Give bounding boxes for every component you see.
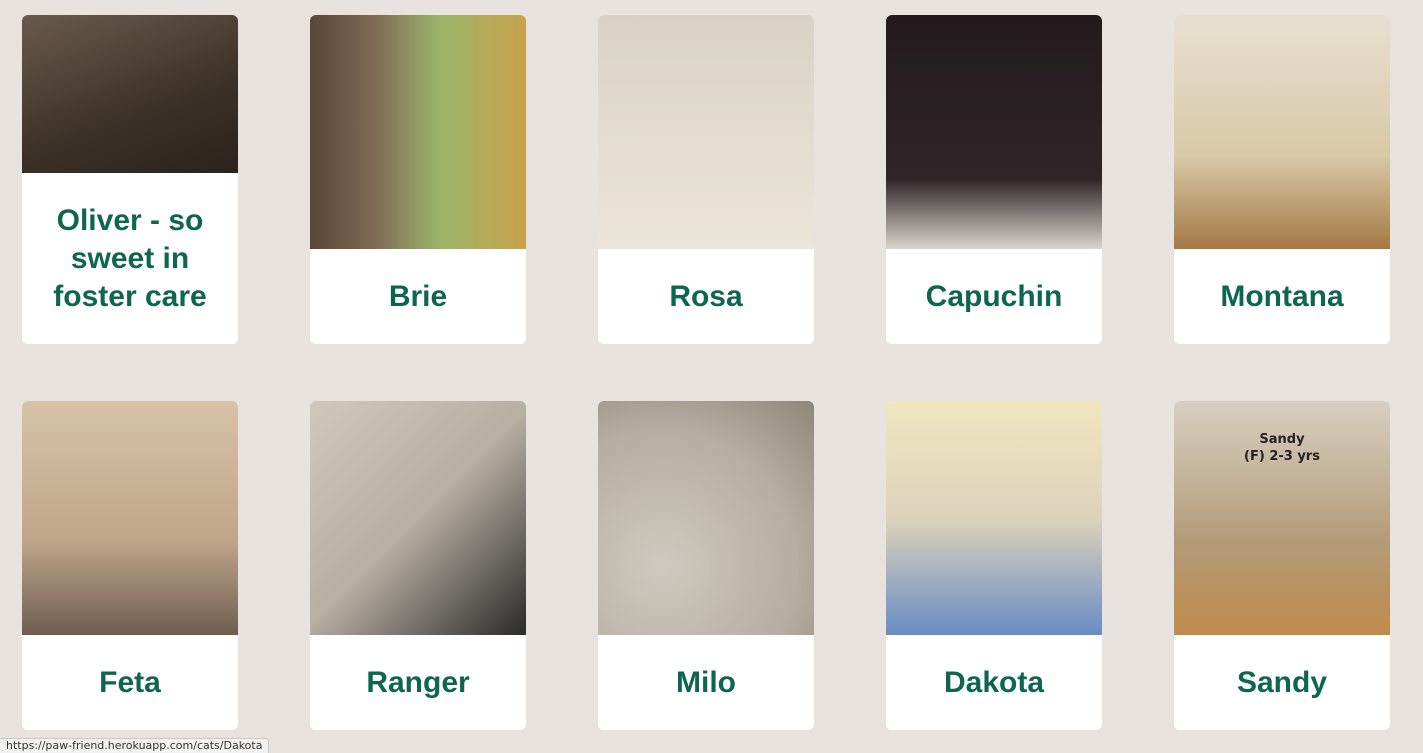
cat-card-milo[interactable]: Milo <box>598 401 814 730</box>
cat-name-box: Milo <box>598 635 814 730</box>
cat-photo[interactable] <box>598 401 814 635</box>
cat-photo[interactable] <box>22 401 238 635</box>
cat-name-box: Montana <box>1174 249 1390 344</box>
cat-photo[interactable] <box>310 15 526 249</box>
cat-photo[interactable] <box>598 15 814 249</box>
cat-card-rosa[interactable]: Rosa <box>598 15 814 344</box>
cat-name[interactable]: Feta <box>81 664 179 702</box>
cat-name[interactable]: Ranger <box>348 664 487 702</box>
cat-name[interactable]: Capuchin <box>908 278 1081 316</box>
cat-name-box: Oliver - so sweet in foster care <box>22 173 238 344</box>
photo-caption-line: Sandy <box>1259 432 1305 447</box>
cat-photo[interactable] <box>1174 15 1390 249</box>
cat-name-box: Dakota <box>886 635 1102 730</box>
cat-name-box: Feta <box>22 635 238 730</box>
cat-name[interactable]: Rosa <box>651 278 760 316</box>
cat-card-capuchin[interactable]: Capuchin <box>886 15 1102 344</box>
cat-name-box: Ranger <box>310 635 526 730</box>
cat-name[interactable]: Brie <box>371 278 465 316</box>
cat-name-box: Sandy <box>1174 635 1390 730</box>
cat-photo[interactable] <box>22 15 238 173</box>
cat-name[interactable]: Milo <box>658 664 754 702</box>
cat-name[interactable]: Dakota <box>926 664 1062 702</box>
link-status-bar: https://paw-friend.herokuapp.com/cats/Da… <box>0 738 270 753</box>
cat-card-feta[interactable]: Feta <box>22 401 238 730</box>
cat-name[interactable]: Oliver - so sweet in foster care <box>22 202 238 316</box>
photo-caption: Sandy (F) 2-3 yrs <box>1174 431 1390 465</box>
cat-row: Feta Ranger Milo Dakota Sandy (F) 2-3 yr… <box>22 401 1390 730</box>
cat-card-ranger[interactable]: Ranger <box>310 401 526 730</box>
cat-name[interactable]: Montana <box>1202 278 1361 316</box>
cat-name-box: Brie <box>310 249 526 344</box>
cat-photo[interactable]: Sandy (F) 2-3 yrs <box>1174 401 1390 635</box>
cat-name[interactable]: Sandy <box>1219 664 1345 702</box>
cat-name-box: Capuchin <box>886 249 1102 344</box>
cat-card-brie[interactable]: Brie <box>310 15 526 344</box>
cat-photo[interactable] <box>886 15 1102 249</box>
cat-card-oliver[interactable]: Oliver - so sweet in foster care <box>22 15 238 344</box>
photo-caption-line: (F) 2-3 yrs <box>1244 449 1320 464</box>
cat-photo[interactable] <box>310 401 526 635</box>
cat-row: Oliver - so sweet in foster care Brie Ro… <box>22 15 1390 344</box>
cat-name-box: Rosa <box>598 249 814 344</box>
cat-card-montana[interactable]: Montana <box>1174 15 1390 344</box>
cat-photo[interactable] <box>886 401 1102 635</box>
cat-card-dakota[interactable]: Dakota <box>886 401 1102 730</box>
cat-card-sandy[interactable]: Sandy (F) 2-3 yrs Sandy <box>1174 401 1390 730</box>
